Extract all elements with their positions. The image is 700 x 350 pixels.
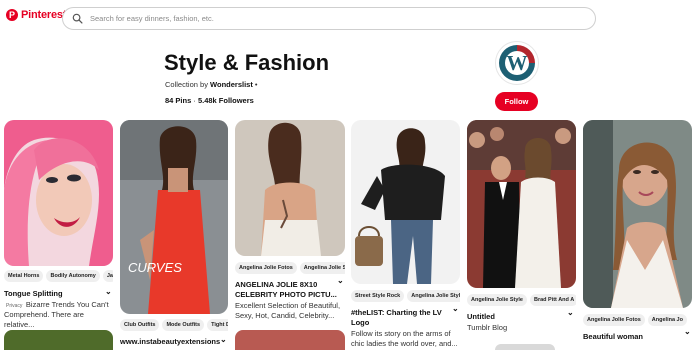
- pin-tag[interactable]: Angelina Jolie Style: [407, 290, 460, 302]
- pin-tag[interactable]: Bodily Autonomy: [46, 270, 100, 282]
- pink-hair-portrait-image: [4, 120, 113, 266]
- pins-count: 84 Pins: [165, 96, 192, 105]
- owner-avatar[interactable]: W: [495, 41, 539, 85]
- pin-tag[interactable]: Angelina Jolie Fotos: [235, 262, 297, 274]
- brand-name: Pinterest: [21, 9, 67, 21]
- pin-tag[interactable]: Brad Pitt And A: [529, 294, 576, 306]
- pin-description: Excellent Selection of Beautiful,: [235, 301, 341, 310]
- pin-tags: Angelina Jolie Fotos Angelina Jo: [583, 314, 692, 326]
- pin-tag[interactable]: Mode Outfits: [162, 319, 205, 331]
- owner-link[interactable]: Wonderslist: [210, 80, 253, 89]
- pin-tags: Metal Horns Bodily Autonomy Ja: [4, 270, 113, 282]
- search-input[interactable]: [90, 14, 570, 23]
- pin-description: Follow its story on the arms of: [351, 329, 451, 338]
- next-pin-image[interactable]: [235, 330, 345, 350]
- pinterest-logo[interactable]: P Pinterest: [6, 9, 66, 21]
- pin-tag[interactable]: Metal Horns: [4, 270, 44, 282]
- pinterest-logo-icon: P: [6, 9, 18, 21]
- pin-title-line-2[interactable]: Logo: [351, 318, 369, 327]
- next-pin-image[interactable]: [4, 330, 113, 350]
- wonderslist-logo-icon: W: [499, 45, 535, 81]
- pin-description: Tumblr Blog: [467, 323, 508, 332]
- pin-title[interactable]: Tongue Splitting: [4, 289, 63, 298]
- pin-tag[interactable]: Angelina Jolie S: [299, 262, 345, 274]
- pin-description: chic ladies the world over, and...: [351, 339, 458, 348]
- pin-card[interactable]: Metal Horns Bodily Autonomy Ja Tongue Sp…: [4, 120, 113, 350]
- pin-more-icon[interactable]: ⌄: [337, 276, 344, 285]
- top-bar: P Pinterest: [0, 0, 700, 38]
- pin-tag[interactable]: Street Style Rock: [351, 290, 405, 302]
- pin-description: st Bizarre Trends You Can't: [18, 300, 109, 309]
- curves-overlay-text: CURVES: [128, 260, 182, 275]
- pin-card[interactable]: Angelina Jolie Style Brad Pitt And A Unt…: [467, 120, 576, 350]
- pin-tag[interactable]: Tight D: [207, 319, 228, 331]
- pin-tags: Club Outfits Mode Outfits Tight D: [120, 319, 228, 331]
- search-icon: [72, 13, 83, 24]
- followers-count[interactable]: 5.48k Followers: [198, 96, 254, 105]
- pin-title[interactable]: #theLIST: Charting the LV: [351, 308, 442, 317]
- svg-text:W: W: [507, 51, 528, 75]
- pin-image[interactable]: [351, 120, 460, 284]
- follow-button[interactable]: Follow: [495, 92, 538, 111]
- pin-tags: Street Style Rock Angelina Jolie Style: [351, 290, 460, 302]
- pin-description: Comprehend. There are relative...: [4, 310, 84, 329]
- pin-more-icon[interactable]: ⌄: [567, 308, 574, 317]
- pin-title[interactable]: Beautiful woman: [583, 332, 643, 341]
- red-dress-model-image: CURVES: [120, 120, 228, 314]
- pin-title[interactable]: Untitled: [467, 312, 495, 321]
- privacy-link[interactable]: Privacy: [4, 302, 25, 310]
- pin-tag[interactable]: Angelina Jolie Fotos: [583, 314, 645, 326]
- pin-tags: Angelina Jolie Fotos Angelina Jolie S: [235, 262, 345, 274]
- pin-card[interactable]: Street Style Rock Angelina Jolie Style #…: [351, 120, 460, 350]
- pin-more-icon[interactable]: ⌄: [452, 304, 459, 313]
- pin-image[interactable]: [467, 120, 576, 288]
- pin-more-icon[interactable]: ⌄: [105, 287, 112, 296]
- pin-more-icon[interactable]: ⌄: [220, 335, 227, 344]
- pin-card[interactable]: Angelina Jolie Fotos Angelina Jolie S AN…: [235, 120, 345, 350]
- pin-tag[interactable]: Angelina Jo: [647, 314, 687, 326]
- next-pin-image[interactable]: [495, 344, 555, 350]
- pin-description: Sexy, Hot, Candid, Celebrity...: [235, 311, 335, 320]
- pin-tags: Angelina Jolie Style Brad Pitt And A: [467, 294, 576, 306]
- pin-title[interactable]: www.instabeautyextensions: [120, 337, 220, 346]
- board-stats: 84 Pins · 5.48k Followers: [165, 96, 254, 105]
- woman-portrait-image: [583, 120, 692, 308]
- pin-tag[interactable]: Angelina Jolie Style: [467, 294, 527, 306]
- red-carpet-photo-image: [467, 120, 576, 288]
- pin-image[interactable]: CURVES: [120, 120, 228, 314]
- collection-byline: Collection by Wonderslist •: [165, 80, 258, 89]
- pin-card[interactable]: Angelina Jolie Fotos Angelina Jo Beautif…: [583, 120, 692, 350]
- pin-image[interactable]: [583, 120, 692, 308]
- pin-title[interactable]: ANGELINA JOLIE 8X10: [235, 280, 317, 289]
- pin-tag[interactable]: Club Outfits: [120, 319, 160, 331]
- pin-card[interactable]: CURVES Club Outfits Mode Outfits Tight D…: [120, 120, 228, 350]
- pin-title-line-2[interactable]: CELEBRITY PHOTO PICTU...: [235, 290, 337, 299]
- board-title: Style & Fashion: [164, 50, 330, 75]
- backless-dress-photo-image: [235, 120, 345, 256]
- pin-more-icon[interactable]: ⌄: [684, 327, 691, 336]
- search-bar[interactable]: [62, 7, 596, 30]
- pin-tag[interactable]: Ja: [102, 270, 113, 282]
- pin-image[interactable]: [235, 120, 345, 256]
- pin-image[interactable]: [4, 120, 113, 266]
- street-style-photo-image: [351, 120, 460, 284]
